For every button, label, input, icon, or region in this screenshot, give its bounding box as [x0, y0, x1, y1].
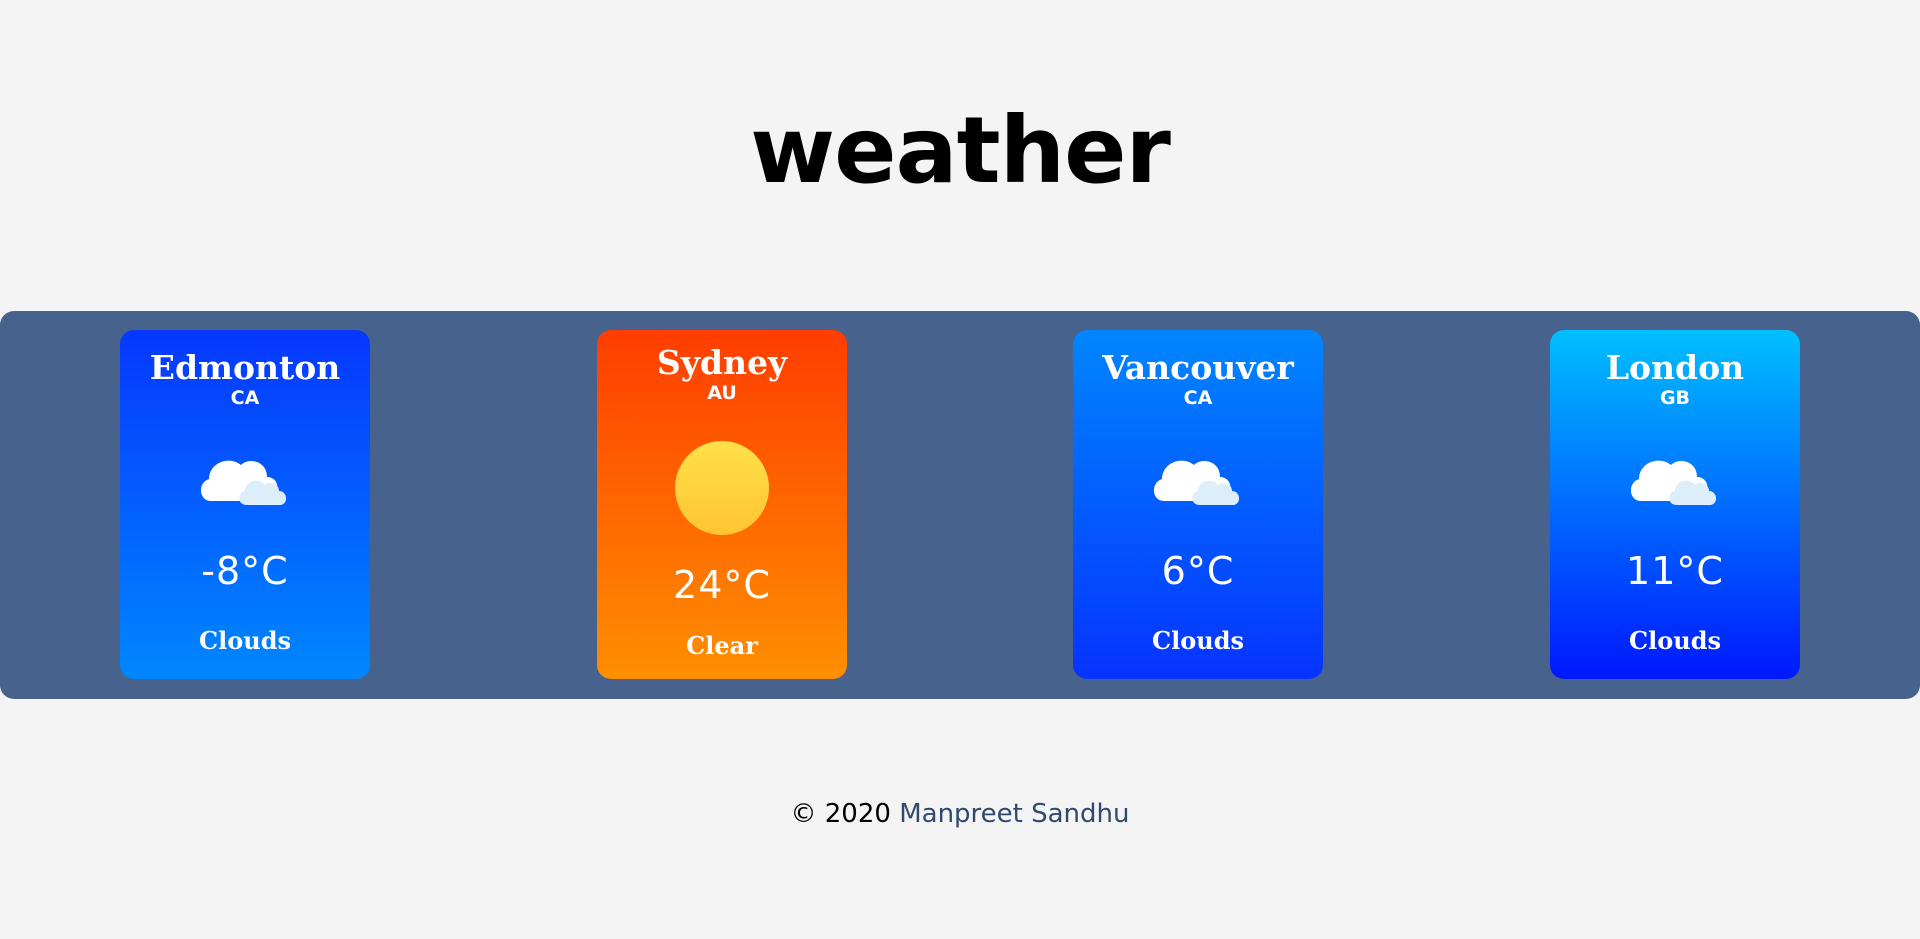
weather-condition: Clouds: [1152, 626, 1244, 655]
sun-icon: [675, 441, 769, 535]
cloud-icon: [1153, 460, 1240, 505]
temperature: 6°C: [1161, 549, 1235, 593]
weather-card-edmonton[interactable]: Edmonton CA -8°C Clouds: [120, 330, 370, 679]
city-name: Vancouver: [1102, 348, 1294, 387]
city-name: Edmonton: [149, 348, 341, 387]
country-code: CA: [230, 387, 260, 409]
page-title: weather: [750, 97, 1171, 204]
weather-card-london[interactable]: London GB 11°C Clouds: [1550, 330, 1800, 679]
country-code: GB: [1659, 387, 1691, 409]
copyright-text: © 2020: [790, 799, 891, 829]
weather-card-sydney[interactable]: Sydney AU 24°C Clear: [597, 330, 847, 679]
weather-cards-band: Edmonton CA -8°C Clouds Sydney AU 24°C C…: [0, 311, 1920, 699]
footer: © 2020 Manpreet Sandhu: [0, 797, 1920, 831]
city-name: London: [1605, 348, 1745, 387]
temperature: -8°C: [201, 549, 289, 593]
cloud-icon: [1630, 460, 1717, 505]
city-name: Sydney: [656, 343, 788, 382]
weather-condition: Clouds: [199, 626, 291, 655]
weather-condition: Clear: [686, 631, 758, 660]
author-link[interactable]: Manpreet Sandhu: [899, 799, 1129, 829]
country-code: CA: [1183, 387, 1213, 409]
weather-condition: Clouds: [1629, 626, 1721, 655]
temperature: 24°C: [673, 563, 771, 607]
temperature: 11°C: [1626, 549, 1724, 593]
cloud-icon: [200, 460, 287, 505]
country-code: AU: [707, 382, 737, 404]
weather-card-vancouver[interactable]: Vancouver CA 6°C Clouds: [1073, 330, 1323, 679]
